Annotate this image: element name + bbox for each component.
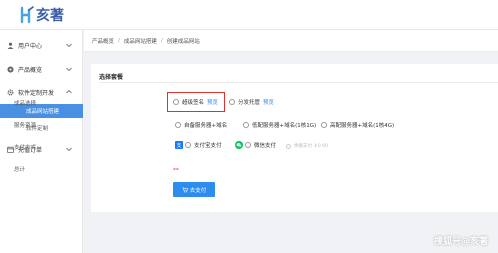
sidebar: 用户中心 产品概览 软件定制开发 成品网站搭建 软件定制 充值订单 [0,30,83,253]
breadcrumb-separator: / [118,37,120,44]
section-divider [99,82,498,83]
top-header: 亥著 [0,0,498,30]
breadcrumb-item-product-overview[interactable]: 产品概览 [92,37,114,45]
breadcrumb-item-site-build[interactable]: 成品网站搭建 [124,37,157,45]
pay-button[interactable]: 去支付 [173,182,215,197]
option-label: 分发托管 [238,100,261,106]
option-label: 高配服务器+域名(1核4G) [330,123,395,129]
server-option-own[interactable]: 自备服务器+域名 [175,121,227,129]
watermark: 搜狐号@亥著 [433,237,488,247]
chevron-down-icon [66,67,72,72]
chevron-down-icon [66,147,72,152]
package-panel: 选择套餐 [91,64,498,212]
section-title: 选择套餐 [99,74,124,81]
brand-logo[interactable]: 亥著 [20,4,64,26]
option-label: 自备服务器+域名 [184,123,228,129]
product-label: 成品选择 [14,101,37,107]
breadcrumb-item-create-site: 创建成品网站 [166,38,200,45]
product-option-distribution[interactable]: 分发托管 预览 [229,98,274,106]
sidebar-item-label: 软件定制开发 [18,89,55,97]
sidebar-item-user-center[interactable]: 用户中心 [0,38,83,52]
sidebar-item-product-overview[interactable]: 产品概览 [0,62,83,76]
alipay-icon: 支 [175,141,183,149]
sidebar-item-label: 产品概览 [18,66,43,74]
chevron-up-icon [66,89,72,94]
total-value: -- [173,165,179,173]
sidebar-item-software-dev[interactable]: 软件定制开发 [0,85,83,99]
logo-text: 亥著 [36,8,64,24]
pay-option-alipay[interactable]: 支 支付宝支付 [175,141,222,149]
pay-option-wechat[interactable]: 微信支付 [235,141,276,149]
radio-icon[interactable] [243,122,249,128]
option-label: 微信支付 [254,143,277,149]
option-label: 余额支付 ￥0.00 [294,144,328,149]
radio-icon [286,143,291,149]
sidebar-subitem-software-custom[interactable]: 软件定制 [0,121,83,135]
pay-option-balance: 余额支付 ￥0.00 [286,143,328,149]
breadcrumb-separator: / [160,37,163,44]
server-option-low[interactable]: 低配服务器+域名(1核1G) [243,121,316,129]
preview-link[interactable]: 预览 [263,98,274,106]
highlight-box [167,92,225,112]
sidebar-item-recharge-orders[interactable]: 充值订单 [0,142,83,156]
cart-icon [182,186,188,193]
option-label: 支付宝支付 [194,143,222,149]
radio-icon[interactable] [321,122,327,128]
radio-icon[interactable] [229,99,235,105]
server-option-high[interactable]: 高配服务器+域名(1核4G) [321,121,394,129]
user-icon [6,41,14,49]
radio-icon[interactable] [175,122,181,128]
pay-button-label: 去支付 [189,187,207,194]
payment-label: 支付方式 [14,145,37,151]
sidebar-item-label: 用户中心 [18,42,43,50]
wechat-icon [235,141,243,149]
sidebar-subitem-site-build[interactable]: 成品网站搭建 [0,104,83,118]
chevron-down-icon [66,43,72,48]
logo-mark-icon [20,6,34,24]
total-label: 总计 [14,167,26,173]
server-label: 服务资源 [14,123,37,129]
breadcrumb: 产品概览 / 成品网站搭建 / 创建成品网站 [84,30,498,52]
tag-icon [6,65,14,73]
option-label: 低配服务器+域名(1核1G) [252,123,317,129]
radio-icon[interactable] [245,142,251,148]
radio-icon[interactable] [185,142,191,148]
gear-icon [6,88,14,96]
calendar-icon [6,145,14,153]
